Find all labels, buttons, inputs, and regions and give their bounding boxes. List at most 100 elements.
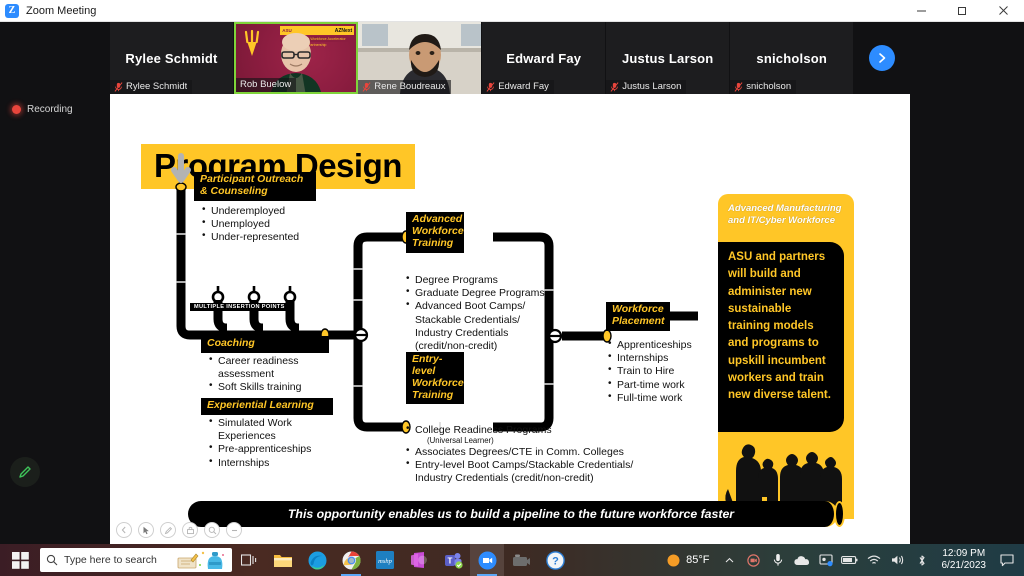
camera-app-icon[interactable] bbox=[504, 544, 538, 576]
display-icon[interactable] bbox=[814, 544, 838, 576]
taskbar-clock[interactable]: 12:09 PM 6/21/2023 bbox=[934, 548, 995, 573]
list-coaching: Career readiness assessment Soft Skills … bbox=[209, 354, 329, 395]
windows-start-icon[interactable] bbox=[0, 544, 40, 576]
pen-icon[interactable] bbox=[160, 522, 176, 538]
wifi-icon[interactable] bbox=[862, 544, 886, 576]
list-item: Unemployed bbox=[202, 217, 352, 231]
speaker-icon[interactable] bbox=[886, 544, 910, 576]
list-item: Career readiness assessment bbox=[209, 354, 329, 381]
window-title: Zoom Meeting bbox=[26, 4, 97, 17]
recording-dot-icon bbox=[12, 105, 21, 114]
clock-time: 12:09 PM bbox=[942, 547, 986, 559]
chip-advanced-workforce-training: Advanced Workforce Training bbox=[406, 212, 464, 253]
zoom-app-icon[interactable] bbox=[470, 544, 504, 576]
shared-screen-slide: Program Design Participant Outreach & Co… bbox=[110, 94, 910, 544]
participant-label-text: Rob Buelow bbox=[240, 79, 292, 90]
annotate-button[interactable] bbox=[10, 457, 40, 487]
sun-icon bbox=[667, 554, 680, 566]
outcome-panel: Advanced Manufacturing and IT/Cyber Work… bbox=[718, 194, 854, 519]
eraser-icon[interactable] bbox=[226, 522, 242, 538]
participant-label-text: Justus Larson bbox=[622, 81, 682, 92]
participant-filmstrip: Rylee Schmidt Rylee Schmidt ASU AZNext A… bbox=[110, 22, 910, 94]
participant-tile[interactable]: Rylee Schmidt Rylee Schmidt bbox=[110, 22, 234, 94]
list-item: Internships bbox=[608, 351, 708, 365]
svg-text:?: ? bbox=[552, 555, 559, 567]
screen: Z Zoom Meeting Rylee Schmidt Rylee Schmi… bbox=[0, 0, 1024, 576]
weather-temperature: 85°F bbox=[686, 554, 710, 566]
asu-pitchfork-icon bbox=[244, 30, 260, 56]
participant-display-name: Justus Larson bbox=[621, 50, 714, 66]
maximize-icon[interactable] bbox=[942, 0, 983, 22]
filmstrip-next-page-button[interactable] bbox=[854, 22, 910, 94]
participant-tile[interactable]: Edward Fay Edward Fay bbox=[482, 22, 607, 94]
muted-microphone-icon bbox=[610, 81, 619, 92]
weather-widget[interactable]: 85°F bbox=[662, 553, 717, 568]
help-support-icon[interactable]: ? bbox=[538, 544, 572, 576]
participant-tile[interactable]: Justus Larson Justus Larson bbox=[606, 22, 731, 94]
minimize-icon[interactable] bbox=[901, 0, 942, 22]
search-illustration-icon bbox=[177, 551, 224, 569]
previous-icon[interactable] bbox=[116, 522, 132, 538]
list-item: Entry-level Boot Camps/Stackable Credent… bbox=[406, 458, 660, 485]
clock-date: 6/21/2023 bbox=[941, 560, 987, 571]
participant-tile[interactable]: Rene Boudreaux bbox=[358, 22, 483, 94]
microsoft-teams-icon[interactable]: T bbox=[436, 544, 470, 576]
asu-banner-right-text: AZNext bbox=[334, 27, 353, 34]
list-entry-level-workforce-training: College Readiness Programs (Universal Le… bbox=[406, 423, 660, 486]
search-icon bbox=[46, 554, 58, 566]
list-advanced-workforce-training: Degree Programs Graduate Degree Programs… bbox=[406, 273, 554, 353]
window-controls bbox=[901, 0, 1024, 22]
participant-tile[interactable]: snicholson snicholson bbox=[730, 22, 855, 94]
microphone-icon[interactable] bbox=[766, 544, 790, 576]
chip-coaching: Coaching bbox=[201, 336, 329, 353]
list-item: Underemployed bbox=[202, 204, 352, 218]
microsoft-edge-icon[interactable] bbox=[300, 544, 334, 576]
list-item: College Readiness Programs (Universal Le… bbox=[406, 423, 660, 446]
close-icon[interactable] bbox=[983, 0, 1024, 22]
chip-experiential-learning: Experiential Learning bbox=[201, 398, 333, 415]
search-input[interactable]: Type here to search bbox=[40, 548, 232, 572]
chevron-right-icon[interactable] bbox=[869, 45, 896, 71]
recording-indicator[interactable]: Recording bbox=[12, 104, 73, 115]
participant-name-label: snicholson bbox=[730, 80, 797, 94]
onedrive-icon[interactable] bbox=[790, 544, 814, 576]
task-view-icon[interactable] bbox=[232, 544, 266, 576]
bluetooth-icon[interactable] bbox=[910, 544, 934, 576]
google-chrome-icon[interactable] bbox=[334, 544, 368, 576]
list-item: Full-time work bbox=[608, 391, 708, 405]
file-explorer-icon[interactable] bbox=[266, 544, 300, 576]
mshp-app-icon[interactable]: mshp bbox=[368, 544, 402, 576]
meeting-area: Rylee Schmidt Rylee Schmidt ASU AZNext A… bbox=[0, 22, 1024, 544]
caption-multiple-insertion-points: MULTIPLE INSERTION POINTS bbox=[190, 303, 289, 311]
list-item: Simulated Work Experiences bbox=[209, 416, 334, 443]
stamp-icon[interactable] bbox=[182, 522, 198, 538]
participant-name-label: Rob Buelow bbox=[236, 78, 297, 92]
notification-icon[interactable] bbox=[994, 544, 1020, 576]
spotlight-icon[interactable] bbox=[204, 522, 220, 538]
list-item: Apprenticeships bbox=[608, 338, 708, 352]
participant-tile-active-speaker[interactable]: ASU AZNext Arizona Next Workforce Accele… bbox=[234, 22, 359, 94]
outcome-panel-heading: Advanced Manufacturing and IT/Cyber Work… bbox=[728, 203, 842, 226]
list-experiential-learning: Simulated Work Experiences Pre-apprentic… bbox=[209, 416, 334, 470]
svg-text:T: T bbox=[447, 557, 452, 566]
chip-workforce-placement: Workforce Placement bbox=[606, 302, 670, 331]
banner-end-cap-icon bbox=[834, 501, 845, 527]
system-tray: 85°F 12:09 PM 6/21/2023 bbox=[662, 544, 1024, 576]
window-titlebar: Z Zoom Meeting bbox=[0, 0, 1024, 22]
list-item: Associates Degrees/CTE in Comm. Colleges bbox=[406, 445, 660, 459]
annotation-toolbar[interactable] bbox=[116, 522, 242, 538]
list-item: Soft Skills training bbox=[209, 380, 329, 394]
list-item-subnote: (Universal Learner) bbox=[427, 436, 494, 446]
chevron-up-icon[interactable] bbox=[718, 544, 742, 576]
microsoft-365-icon[interactable] bbox=[402, 544, 436, 576]
participant-display-name: Rylee Schmidt bbox=[125, 50, 218, 66]
participant-label-text: Rene Boudreaux bbox=[374, 81, 446, 92]
participant-display-name: Edward Fay bbox=[506, 50, 582, 66]
recording-label: Recording bbox=[27, 104, 73, 115]
list-item-text: College Readiness Programs bbox=[415, 424, 552, 436]
slide-bottom-banner: This opportunity enables us to build a p… bbox=[188, 501, 838, 527]
battery-icon[interactable] bbox=[838, 544, 862, 576]
mouse-pointer-icon[interactable] bbox=[138, 522, 154, 538]
zoom-tray-icon[interactable] bbox=[742, 544, 766, 576]
participant-name-label: Rylee Schmidt bbox=[110, 80, 193, 94]
